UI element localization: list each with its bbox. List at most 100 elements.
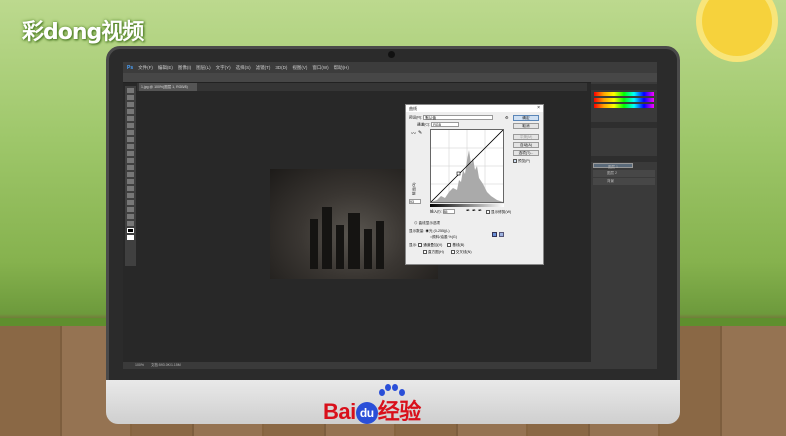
gray-eyedropper-icon[interactable]: ✒ xyxy=(472,208,476,214)
path-select-tool-icon[interactable] xyxy=(127,200,134,205)
healing-tool-icon[interactable] xyxy=(127,130,134,135)
preset-label: 预设(R): xyxy=(409,115,423,120)
auto-button[interactable]: 自动(A) xyxy=(513,142,539,148)
color-slider[interactable] xyxy=(594,92,654,96)
curve-svg xyxy=(430,129,504,203)
menu-bar: Ps 文件(F) 编辑(E) 图像(I) 图层(L) 文字(Y) 选择(S) 滤… xyxy=(123,62,657,73)
input-field[interactable]: 85 xyxy=(442,209,455,214)
preset-select[interactable]: 默认值 xyxy=(423,115,494,120)
brush-tool-icon[interactable] xyxy=(127,137,134,142)
preview-label: 预览(P) xyxy=(518,159,530,163)
channel-overlays-checkbox[interactable] xyxy=(418,243,423,248)
gradient-tool-icon[interactable] xyxy=(127,165,134,170)
lasso-tool-icon[interactable] xyxy=(127,102,134,107)
channel-overlays-label: 通道叠加(V) xyxy=(423,243,443,247)
menu-layer[interactable]: 图层(L) xyxy=(196,65,211,71)
menu-type[interactable]: 文字(Y) xyxy=(216,65,231,71)
blur-tool-icon[interactable] xyxy=(127,172,134,177)
stamp-tool-icon[interactable] xyxy=(127,144,134,149)
options-button[interactable]: 选项(T)... xyxy=(513,150,539,156)
show-label: 显示: xyxy=(409,243,418,247)
dialog-title: 曲线 xyxy=(406,105,543,112)
smooth-button[interactable]: 平滑(M) xyxy=(513,134,539,140)
move-tool-icon[interactable] xyxy=(127,88,134,93)
watermark-suffix: 经验 xyxy=(377,399,422,424)
layer-row[interactable]: 图层 2 xyxy=(593,170,655,177)
layer-row[interactable]: 图层 1 xyxy=(593,163,633,169)
menu-window[interactable]: 窗口(W) xyxy=(312,65,328,71)
white-eyedropper-icon[interactable]: ✒ xyxy=(478,208,482,214)
preview-checkbox[interactable] xyxy=(513,159,517,164)
menu-view[interactable]: 视图(V) xyxy=(292,65,307,71)
background-color-swatch[interactable] xyxy=(127,235,134,240)
show-clipping-label: 显示修剪(W) xyxy=(491,210,512,214)
curve-graph[interactable] xyxy=(430,129,504,203)
display-options-label: 曲线显示选项 xyxy=(418,221,441,225)
right-panels: 图层 1 图层 2 背景 xyxy=(591,82,657,369)
shape-tool-icon[interactable] xyxy=(127,207,134,212)
building-shape xyxy=(310,219,318,269)
cancel-button[interactable]: 取消 xyxy=(513,123,539,129)
document-tabs: 1.jpg @ 100%(图层 1, RGB/8) xyxy=(137,83,587,91)
building-shape xyxy=(322,207,332,269)
output-field[interactable]: 93 xyxy=(409,199,421,204)
dodge-tool-icon[interactable] xyxy=(127,179,134,184)
marquee-tool-icon[interactable] xyxy=(127,95,134,100)
point-curve-icon[interactable]: 〰 xyxy=(411,130,416,137)
close-icon[interactable]: × xyxy=(537,105,540,111)
doc-tab[interactable]: 1.jpg @ 100%(图层 1, RGB/8) xyxy=(139,83,197,91)
text-tool-icon[interactable] xyxy=(127,193,134,198)
color-spectrum[interactable] xyxy=(594,104,654,108)
baidu-jingyan-watermark: Bai du 经验 xyxy=(323,394,421,426)
preset-options-icon[interactable]: ⚙ xyxy=(505,115,509,120)
ps-logo-icon: Ps xyxy=(127,64,134,71)
hand-tool-icon[interactable] xyxy=(127,214,134,219)
options-bar xyxy=(123,73,657,83)
building-shape xyxy=(336,225,344,269)
eraser-tool-icon[interactable] xyxy=(127,158,134,163)
adjustments-panel xyxy=(591,128,657,154)
intersection-checkbox[interactable] xyxy=(450,250,455,255)
simple-grid-icon[interactable] xyxy=(492,232,497,237)
show-clipping-checkbox[interactable] xyxy=(486,210,490,215)
layer-row[interactable]: 背景 xyxy=(593,178,655,185)
tools-panel xyxy=(125,86,136,266)
foreground-color-swatch[interactable] xyxy=(127,228,134,233)
black-eyedropper-icon[interactable]: ✒ xyxy=(466,208,470,214)
sun-decoration xyxy=(702,0,772,56)
webcam-icon xyxy=(388,51,395,58)
baseline-checkbox[interactable] xyxy=(447,243,452,248)
building-shape xyxy=(348,213,360,269)
menu-help[interactable]: 帮助(H) xyxy=(334,65,349,71)
detailed-grid-icon[interactable] xyxy=(499,232,504,237)
menu-3d[interactable]: 3D(D) xyxy=(275,65,287,70)
curve-point[interactable] xyxy=(456,171,461,176)
menu-image[interactable]: 图像(I) xyxy=(178,65,191,71)
color-panel-tab[interactable] xyxy=(591,84,657,90)
output-label: 输出(O): xyxy=(412,181,416,195)
pigment-option-label: 颜料/油墨 %(G) xyxy=(432,235,457,239)
zoom-level[interactable]: 100% xyxy=(135,363,144,367)
ok-button[interactable]: 确定 xyxy=(513,115,539,121)
baseline-label: 基线(B) xyxy=(452,243,465,247)
eyedropper-tool-icon[interactable] xyxy=(127,123,134,128)
building-shape xyxy=(364,229,372,269)
status-bar: 100% 文档:593.0K/1.15M xyxy=(123,362,657,369)
pen-tool-icon[interactable] xyxy=(127,186,134,191)
menu-edit[interactable]: 编辑(E) xyxy=(158,65,173,71)
color-slider[interactable] xyxy=(594,98,654,102)
histogram-checkbox[interactable] xyxy=(423,250,427,255)
doc-size: 文档:593.0K/1.15M xyxy=(150,363,181,367)
show-amount-label: 显示数量: xyxy=(409,229,425,233)
layers-panel-tab[interactable] xyxy=(591,156,657,162)
pencil-curve-icon[interactable]: ✎ xyxy=(418,130,422,136)
quick-select-tool-icon[interactable] xyxy=(127,109,134,114)
history-brush-tool-icon[interactable] xyxy=(127,151,134,156)
menu-file[interactable]: 文件(F) xyxy=(138,65,153,71)
menu-filter[interactable]: 滤镜(T) xyxy=(256,65,271,71)
crop-tool-icon[interactable] xyxy=(127,116,134,121)
menu-select[interactable]: 选择(S) xyxy=(236,65,251,71)
zoom-tool-icon[interactable] xyxy=(127,221,134,226)
channel-select[interactable]: RGB xyxy=(431,122,460,127)
input-gradient xyxy=(430,204,504,207)
